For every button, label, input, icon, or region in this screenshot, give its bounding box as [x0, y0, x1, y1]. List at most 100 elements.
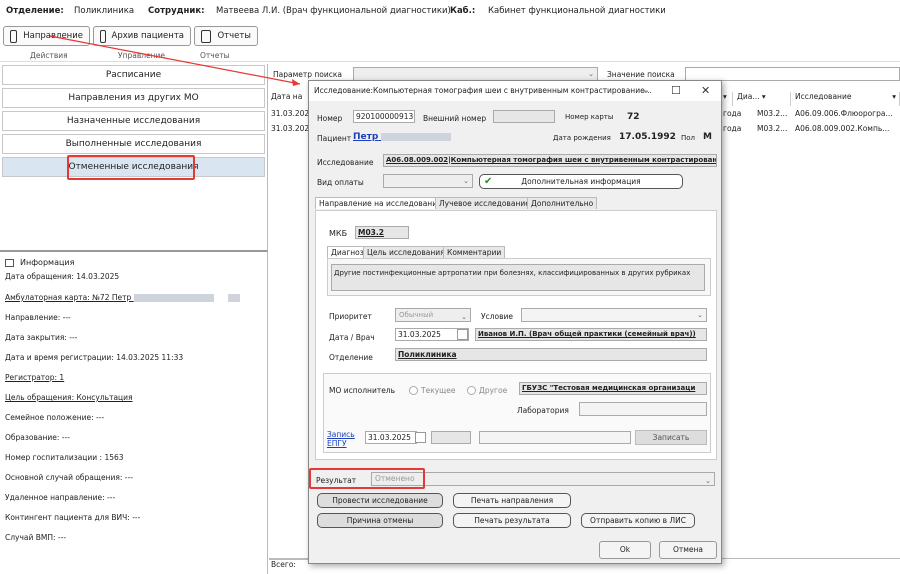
row1-diag[interactable]: M03.2...	[755, 109, 791, 122]
col-filter-1[interactable]: ▾	[721, 92, 733, 106]
search-param-label: Параметр поиска	[273, 70, 342, 79]
reports-button[interactable]: Отчеты	[194, 26, 258, 46]
external-number-field[interactable]	[493, 110, 555, 123]
row2-diag[interactable]: M03.2...	[755, 124, 791, 137]
subtab-diagnosis[interactable]: Диагноз	[327, 246, 368, 258]
top-info-bar: Отделение: Поликлиника Сотрудник: Матвее…	[0, 0, 900, 24]
info-close-date: Дата закрытия: ---	[5, 333, 78, 342]
subtab-comments[interactable]: Комментарии	[443, 246, 506, 258]
highlight-result	[309, 468, 425, 489]
record-button[interactable]: Записать	[635, 430, 707, 445]
cancel-button[interactable]: Отмена	[659, 541, 717, 559]
diagnosis-text[interactable]: Другие постинфекционные артропатии при б…	[331, 264, 705, 291]
info-outpatient-card[interactable]: Амбулаторная карта: №72 Петр	[5, 293, 240, 302]
study-label: Исследование	[317, 158, 374, 167]
condition-label: Условие	[481, 312, 513, 321]
subtab-purpose[interactable]: Цель исследования	[363, 246, 449, 258]
info-hospitalization-number: Номер госпитализации : 1563	[5, 453, 124, 462]
dob-value: 17.05.1992	[619, 132, 676, 142]
search-value-input[interactable]	[685, 67, 900, 81]
conduct-study-button[interactable]: Провести исследование	[317, 493, 443, 508]
direction-label: Направление	[23, 31, 83, 41]
chevron-down-icon: ⌄	[463, 177, 469, 185]
laboratory-select[interactable]	[579, 402, 707, 416]
search-param-select[interactable]: ⌄	[353, 67, 598, 81]
dialog-title: Исследование:Компьютерная томография шеи…	[314, 86, 652, 95]
row2-date[interactable]: 31.03.202	[269, 124, 309, 137]
dept-value: Поликлиника	[74, 6, 135, 16]
doctor-field[interactable]: Иванов И.П. (Врач общей практики (семейн…	[475, 328, 707, 341]
row1-date[interactable]: 31.03.202	[269, 109, 309, 122]
minimize-icon[interactable]: –	[643, 84, 649, 97]
archive-icon	[100, 29, 106, 43]
radio-other[interactable]	[467, 386, 476, 395]
room-value: Кабинет функциональной диагностики	[488, 6, 666, 16]
priority-select[interactable]: Обычный ⌄	[395, 308, 471, 322]
card-number: 72	[627, 112, 640, 122]
direction-button[interactable]: Направление	[3, 26, 90, 46]
additional-info-button[interactable]: ✔ Дополнительная информация	[479, 174, 683, 189]
card-number-label: Номер карты	[565, 113, 614, 121]
cancel-reason-button[interactable]: Причина отмены	[317, 513, 443, 528]
print-direction-button[interactable]: Печать направления	[453, 493, 571, 508]
row2-study[interactable]: A06.08.009.002.Компь...	[793, 124, 900, 137]
room-label: Каб.:	[450, 6, 476, 16]
egpu-time-field[interactable]	[431, 431, 471, 444]
info-remote-direction: Удаленное направление: ---	[5, 493, 116, 502]
nav-completed-studies[interactable]: Выполненные исследования	[2, 134, 265, 154]
group-actions: Действия	[30, 51, 68, 60]
nav-assigned-studies[interactable]: Назначенные исследования	[2, 111, 265, 131]
mkb-label: МКБ	[329, 229, 348, 238]
ok-button[interactable]: Ok	[599, 541, 651, 559]
condition-select[interactable]: ⌄	[521, 308, 707, 322]
print-result-button[interactable]: Печать результата	[453, 513, 571, 528]
radio-current[interactable]	[409, 386, 418, 395]
priority-label: Приоритет	[329, 312, 372, 321]
row1-place[interactable]: года	[721, 109, 741, 122]
study-field[interactable]: A06.08.009.002|Компьютерная томография ш…	[383, 154, 717, 167]
info-registrar[interactable]: Регистратор: 1	[5, 373, 64, 382]
patient-archive-button[interactable]: Архив пациента	[93, 26, 191, 46]
info-visit-purpose[interactable]: Цель обращения: Консультация	[5, 393, 133, 402]
employee-value: Матвеева Л.И. (Врач функциональной диагн…	[216, 6, 451, 16]
send-to-lis-button[interactable]: Отправить копию в ЛИС	[581, 513, 695, 528]
study-dialog: Исследование:Компьютерная томография шеи…	[308, 80, 722, 564]
chevron-down-icon: ⌄	[697, 311, 703, 319]
group-reports: Отчеты	[200, 51, 230, 60]
info-education: Образование: ---	[5, 433, 70, 442]
col-date[interactable]: Дата на	[269, 92, 309, 106]
group-control: Управление	[118, 51, 166, 60]
sex-label: Пол	[681, 134, 696, 142]
sex-value: М	[703, 132, 712, 142]
maximize-icon[interactable]: ☐	[671, 84, 681, 97]
payment-select[interactable]: ⌄	[383, 174, 473, 188]
mkb-field[interactable]: M03.2	[355, 226, 409, 239]
egpu-slot-field[interactable]	[479, 431, 631, 444]
dept-field[interactable]: Поликлиника	[395, 348, 707, 361]
tab-additional[interactable]: Дополнительно	[527, 197, 598, 209]
dob-label: Дата рождения	[553, 134, 611, 142]
number-field[interactable]: 920100000913	[353, 110, 415, 123]
col-diag[interactable]: Диа... ▾	[735, 92, 791, 106]
egpu-date-field[interactable]: 31.03.2025	[365, 431, 417, 444]
row2-place[interactable]: года	[721, 124, 741, 137]
chevron-down-icon: ⌄	[461, 313, 467, 321]
info-panel: Информация Дата обращения: 14.03.2025 Ам…	[0, 250, 268, 574]
row1-study[interactable]: A06.09.006.Флюорогра...	[793, 109, 900, 122]
nav-directions-other-mo[interactable]: Направления из других МО	[2, 88, 265, 108]
tab-radiology[interactable]: Лучевое исследование	[435, 197, 534, 209]
patient-link[interactable]: Петр	[353, 132, 452, 142]
tab-direction[interactable]: Направление на исследование	[315, 197, 446, 209]
col-study[interactable]: Исследование ▾	[793, 92, 900, 106]
calendar-icon[interactable]	[457, 329, 468, 340]
close-icon[interactable]: ✕	[701, 84, 710, 97]
info-visit-date: Дата обращения: 14.03.2025	[5, 272, 120, 281]
egpu-calendar-icon[interactable]	[415, 432, 426, 443]
nav-schedule[interactable]: Расписание	[2, 65, 265, 85]
mo-executor-field[interactable]: ГБУЗС "Тестовая медицинская организаци	[519, 382, 707, 395]
egpu-link[interactable]: Запись ЕПГУ	[327, 430, 357, 448]
chevron-down-icon: ⌄	[588, 70, 594, 78]
dialog-titlebar: Исследование:Компьютерная томография шеи…	[309, 81, 721, 101]
date-doctor-label: Дата / Врач	[329, 333, 375, 342]
report-chart-icon	[201, 29, 212, 43]
